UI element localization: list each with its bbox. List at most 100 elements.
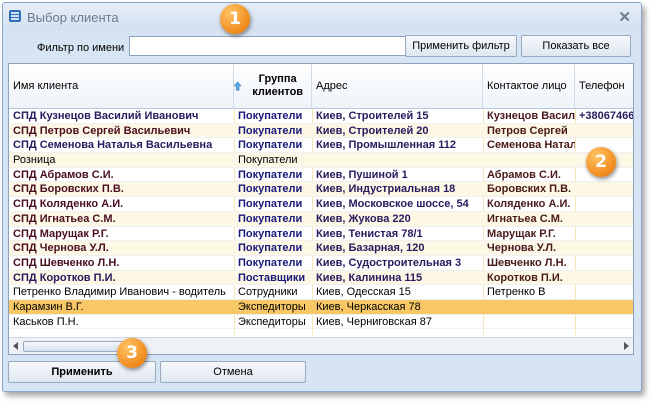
- cell-address: Киев, Калинина 115: [316, 271, 423, 284]
- cell-address: Киев, Черниговская 87: [316, 315, 432, 328]
- filter-label: Фильтр по имени: [37, 42, 125, 54]
- column-header-label: Имя клиента: [13, 80, 79, 92]
- callout-badge-1: 1: [220, 4, 250, 34]
- cell-contact: Марущак Р.Г.: [487, 227, 556, 240]
- cell-name: СПД Марущак Р.Г.: [13, 227, 109, 240]
- table-row[interactable]: СПД Шевченко Л.Н. Покупатели Киев, Судос…: [9, 256, 633, 271]
- table-row[interactable]: СПД Абрамов С.И. Покупатели Киев, Пушино…: [9, 168, 633, 183]
- sort-ascending-icon: [234, 81, 242, 91]
- table-row[interactable]: СПД Чернова У.Л. Покупатели Киев, Базарн…: [9, 241, 633, 256]
- cell-group: Покупатели: [238, 212, 303, 225]
- column-header-name[interactable]: Имя клиента: [9, 64, 234, 108]
- callout-badge-2: 2: [586, 147, 616, 177]
- cell-contact: Абрамов С.И.: [487, 168, 561, 181]
- app-icon: [9, 10, 21, 22]
- cell-phone: [575, 227, 633, 241]
- table-row[interactable]: СПД Кузнецов Василий Иванович Покупатели…: [9, 109, 633, 124]
- cancel-button[interactable]: Отмена: [160, 361, 306, 383]
- cell-group: Покупатели: [238, 256, 303, 269]
- cell-name: СПД Игнатьеа С.М.: [13, 212, 116, 225]
- cell-group: Покупатели: [238, 154, 298, 167]
- cell-address: Киев, Жукова 220: [316, 212, 411, 225]
- cell-address: Киев, Пушиной 1: [316, 168, 408, 181]
- cell-contact: Коляденко А.И.: [487, 198, 571, 211]
- column-header-contact[interactable]: Контактое лицо: [483, 64, 575, 108]
- cell-phone: [575, 271, 633, 285]
- close-icon[interactable]: ✕: [618, 8, 631, 26]
- cell-address: Киев, Базарная, 120: [316, 242, 425, 255]
- cell-group: Поставщики: [238, 271, 306, 284]
- cell-address: Киев, Московское шоссе, 54: [316, 198, 469, 211]
- cell-group: Экспедиторы: [238, 300, 306, 313]
- cell-group: Сотрудники: [238, 286, 298, 299]
- cell-group: Покупатели: [238, 183, 303, 196]
- cell-contact: Петренко В: [487, 286, 546, 299]
- cell-phone: +38067466: [579, 110, 633, 122]
- cell-group: Экспедиторы: [238, 315, 306, 328]
- cell-phone: [575, 212, 633, 226]
- cell-phone: [575, 124, 633, 138]
- table-row[interactable]: СПД Боровских П.В. Покупатели Киев, Инду…: [9, 182, 633, 198]
- cell-address: Киев, Одесская 15: [316, 286, 411, 299]
- cell-address: Киев, Индустриальная 18: [316, 183, 456, 196]
- column-header-label: Телефон: [579, 80, 625, 92]
- column-header-label: Адрес: [316, 80, 348, 92]
- column-header-address[interactable]: Адрес: [312, 64, 483, 108]
- cell-contact: [483, 315, 575, 329]
- scroll-right-icon[interactable]: [624, 342, 629, 350]
- table-row[interactable]: СПД Игнатьеа С.М. Покупатели Киев, Жуков…: [9, 211, 633, 227]
- cell-contact: Петров Сергей: [487, 124, 568, 137]
- cell-group: Покупатели: [238, 227, 303, 240]
- cell-contact: [483, 300, 575, 314]
- cell-name: СПД Шевченко Л.Н.: [13, 256, 120, 269]
- client-select-dialog: Выбор клиента ✕ Фильтр по имени Применит…: [2, 2, 642, 392]
- cell-phone: [575, 315, 633, 329]
- cell-name: СПД Петров Сергей Васильевич: [13, 124, 191, 137]
- cell-address: Киев, Строителей 20: [316, 124, 429, 137]
- apply-filter-button[interactable]: Применить фильтр: [405, 35, 517, 57]
- table-row[interactable]: СПД Семенова Наталья Васильевна Покупате…: [9, 138, 633, 154]
- table-row[interactable]: Розница Покупатели: [9, 153, 633, 168]
- table-row[interactable]: Каськов П.Н. Экспедиторы Киев, Черниговс…: [9, 315, 633, 330]
- cell-contact: [483, 153, 575, 167]
- cell-contact: Семенова Натал: [487, 139, 575, 152]
- cell-phone: [575, 256, 633, 270]
- cell-address: [312, 153, 483, 167]
- cell-name: СПД Коротков П.И.: [13, 271, 116, 284]
- cell-address: Киев, Черкасская 78: [316, 300, 421, 313]
- cell-contact: Кузнецов Васил: [487, 110, 575, 122]
- cell-name: СПД Чернова У.Л.: [13, 242, 109, 255]
- scroll-left-icon[interactable]: [13, 342, 18, 350]
- title-bar: Выбор клиента ✕: [3, 3, 641, 31]
- scrollbar-thumb[interactable]: [23, 341, 125, 352]
- cell-group: Покупатели: [238, 139, 303, 152]
- column-header-group[interactable]: Группа клиентов: [234, 64, 312, 108]
- table-row[interactable]: СПД Коротков П.И. Поставщики Киев, Калин…: [9, 270, 633, 286]
- cell-name: СПД Кузнецов Василий Иванович: [13, 110, 199, 122]
- column-header-phone[interactable]: Телефон: [575, 64, 633, 108]
- filter-name-input[interactable]: [129, 36, 407, 56]
- cell-address: Киев, Строителей 15: [316, 110, 429, 122]
- cell-name: Петренко Владимир Иванович - водитель: [13, 286, 226, 299]
- table-row[interactable]: СПД Коляденко А.И. Покупатели Киев, Моск…: [9, 197, 633, 212]
- cell-contact: Коротков П.И.: [487, 271, 563, 284]
- callout-badge-3: 3: [117, 338, 147, 368]
- cell-name: СПД Абрамов С.И.: [13, 168, 114, 181]
- cell-group: Покупатели: [238, 168, 303, 181]
- table-row-selected[interactable]: Карамзин В.Г. Экспедиторы Киев, Черкасск…: [9, 299, 633, 315]
- column-header-label: Группа клиентов: [252, 73, 304, 98]
- cell-phone: [575, 300, 633, 314]
- cell-address: Киев, Промышленная 112: [316, 139, 456, 152]
- grid-rows: СПД Кузнецов Василий Иванович Покупатели…: [9, 109, 633, 330]
- show-all-button[interactable]: Показать все: [521, 35, 631, 57]
- cell-name: СПД Боровских П.В.: [13, 183, 124, 196]
- table-row[interactable]: СПД Петров Сергей Васильевич Покупатели …: [9, 123, 633, 139]
- horizontal-scrollbar[interactable]: [9, 337, 633, 354]
- table-row[interactable]: Петренко Владимир Иванович - водитель Со…: [9, 285, 633, 300]
- window-title: Выбор клиента: [27, 10, 119, 25]
- cell-address: Киев, Тенистая 78/1: [316, 227, 423, 240]
- cell-phone: [575, 285, 633, 299]
- table-row[interactable]: СПД Марущак Р.Г. Покупатели Киев, Тенист…: [9, 227, 633, 242]
- cell-name: СПД Семенова Наталья Васильевна: [13, 139, 213, 152]
- cell-contact: Шевченко Л.Н.: [487, 256, 567, 269]
